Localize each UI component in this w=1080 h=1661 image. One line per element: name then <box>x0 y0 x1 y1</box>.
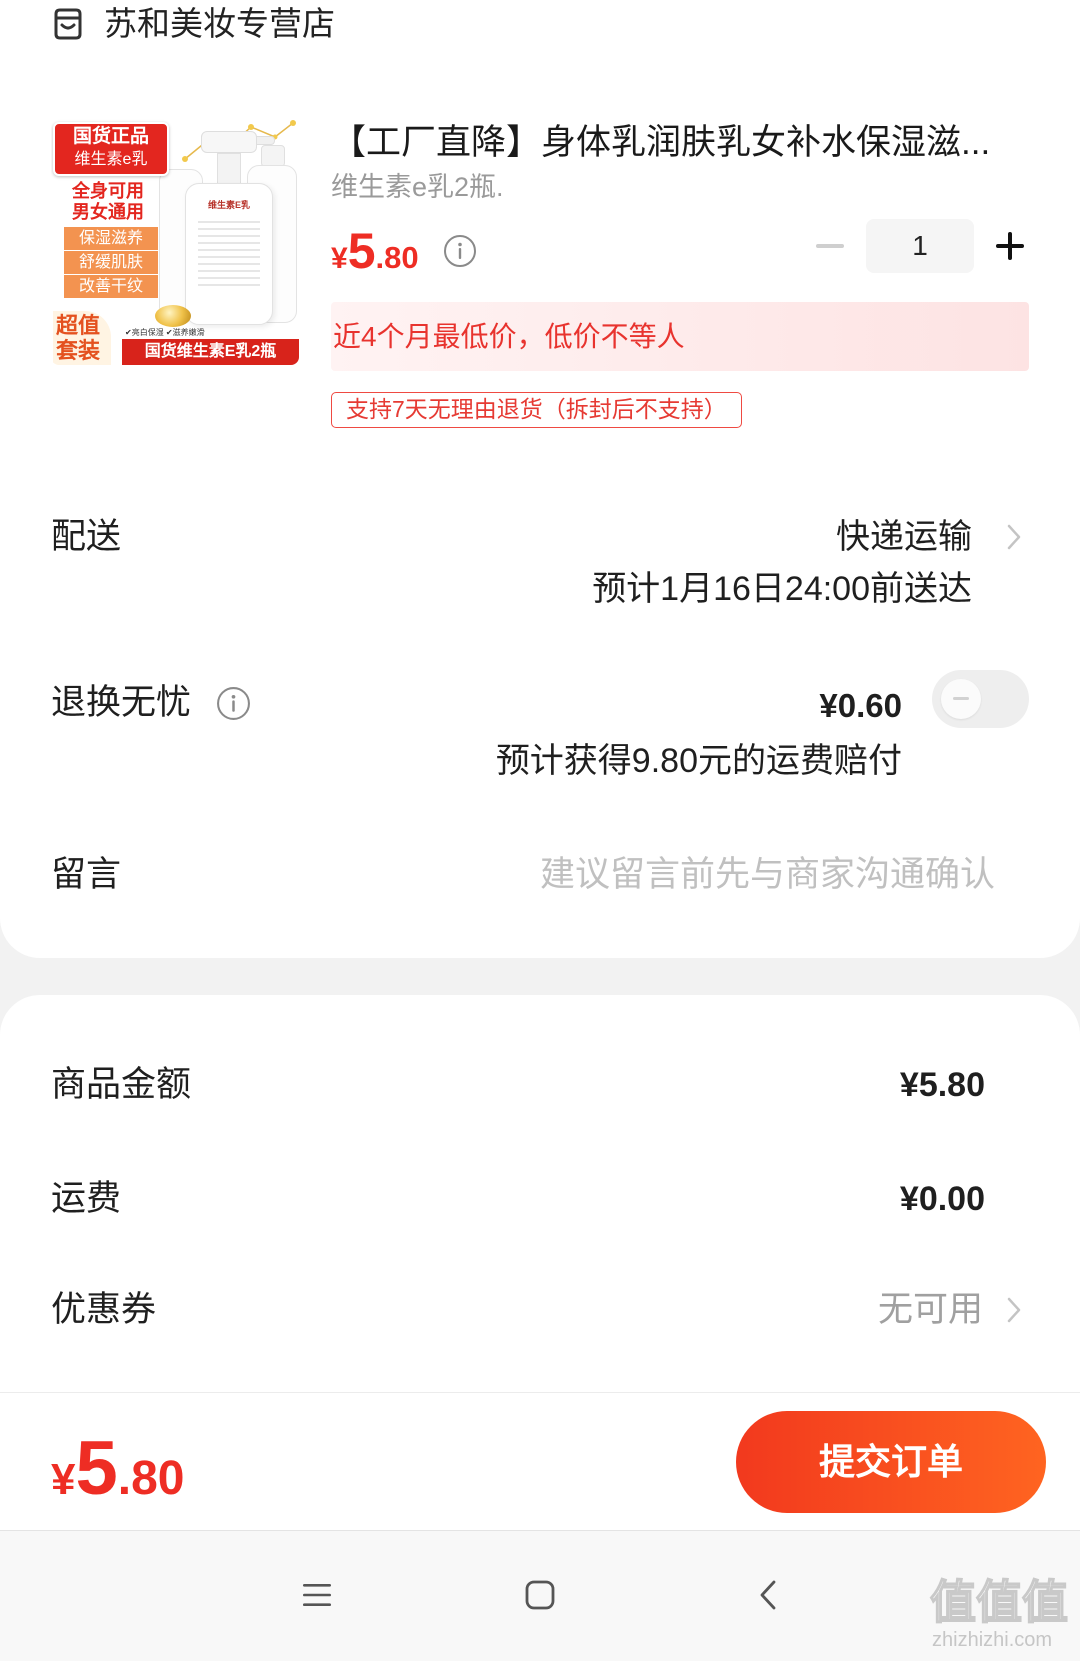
coupon-value: 无可用 <box>877 1290 983 1329</box>
checkout-bar: ¥ 5 .80 提交订单 <box>0 1392 1080 1530</box>
submit-order-button[interactable]: 提交订单 <box>736 1411 1046 1513</box>
bundle-line1: 超值 <box>56 313 101 338</box>
return-insurance-row: 退换无忧 ¥0.60 预计获得9.80元的运费赔付 <box>0 665 1080 795</box>
shipping-fee-row: 运费 ¥0.00 <box>0 1169 1080 1229</box>
lowest-price-banner: 近4个月最低价，低价不等人 <box>331 302 1029 371</box>
benefit-item: 改善干纹 <box>64 275 158 298</box>
goods-amount-row: 商品金额 ¥5.80 <box>0 1055 1080 1115</box>
shipping-fee-label: 运费 <box>51 1179 122 1218</box>
usage-line2: 男女通用 <box>72 202 144 222</box>
feature-checks: ✔亮白保湿 ✔滋养嫩滑 <box>125 328 205 337</box>
usage-line1: 全身可用 <box>72 181 144 201</box>
total-decimal: .80 <box>117 1452 185 1505</box>
menu-icon[interactable] <box>301 1581 333 1609</box>
chevron-right-icon[interactable] <box>1006 522 1022 552</box>
info-icon[interactable] <box>216 686 251 721</box>
store-name[interactable]: 苏和美妆专营店 <box>104 0 335 48</box>
product-price: ¥ 5 .80 <box>331 226 419 276</box>
return-policy-tag: 支持7天无理由退货（拆封后不支持） <box>331 392 742 428</box>
quantity-decrease-button[interactable] <box>805 219 855 273</box>
message-label: 留言 <box>51 855 122 894</box>
goods-amount-label: 商品金额 <box>51 1065 192 1104</box>
home-icon[interactable] <box>523 1578 557 1612</box>
benefit-list: 保湿滋养 舒缓肌肤 改善干纹 <box>64 227 158 299</box>
product-spec[interactable]: 维生素e乳2瓶. <box>331 170 504 204</box>
delivery-row[interactable]: 配送 快递运输 预计1月16日24:00前送达 <box>0 505 1080 615</box>
system-nav-bar <box>0 1530 1080 1661</box>
price-decimal: .80 <box>375 240 419 275</box>
price-summary-card: 商品金额 ¥5.80 运费 ¥0.00 优惠券 无可用 <box>0 995 1080 1392</box>
store-icon[interactable] <box>50 6 86 42</box>
price-symbol: ¥ <box>331 242 348 275</box>
delivery-eta: 预计1月16日24:00前送达 <box>592 570 972 608</box>
gold-orb-decoration <box>155 305 191 327</box>
chevron-right-icon[interactable] <box>1006 1295 1022 1325</box>
total-symbol: ¥ <box>51 1455 76 1504</box>
back-icon[interactable] <box>758 1578 778 1612</box>
order-total: ¥ 5 .80 <box>51 1431 185 1507</box>
pump-back-right <box>261 145 285 167</box>
return-insurance-price: ¥0.60 <box>819 687 902 724</box>
delivery-label: 配送 <box>51 517 122 556</box>
bundle-badge: 超值 套装 <box>53 311 111 365</box>
pump-neck <box>217 153 241 185</box>
authentic-badge: 国货正品 维生素e乳 <box>53 122 169 176</box>
minus-icon <box>816 244 844 248</box>
pump-head <box>201 131 257 153</box>
toggle-knob <box>941 679 981 719</box>
benefit-item: 舒缓肌肤 <box>64 251 158 274</box>
bottle-main: 维生素E乳 <box>185 183 273 325</box>
coupon-label: 优惠券 <box>51 1290 157 1329</box>
message-input[interactable] <box>395 853 995 897</box>
message-row: 留言 <box>0 840 1080 910</box>
product-image-banner: 国货维生素E乳2瓶 <box>122 339 299 365</box>
shipping-fee-value: ¥0.00 <box>899 1180 985 1218</box>
quantity-input[interactable]: 1 <box>866 219 974 273</box>
usage-text: 全身可用 男女通用 <box>72 181 144 223</box>
badge-line2: 维生素e乳 <box>74 151 148 168</box>
watermark-mark: 值值值 <box>929 1576 1069 1628</box>
watermark-site: zhizhizhi.com <box>932 1629 1053 1651</box>
plus-icon <box>996 232 1024 260</box>
product-image[interactable]: 维生素E乳 国货正品 维生素e乳 全身可用 男女通用 保湿滋养 舒缓肌肤 改善干… <box>51 117 299 365</box>
coupon-row[interactable]: 优惠券 无可用 <box>0 1280 1080 1340</box>
return-insurance-label: 退换无忧 <box>51 683 192 722</box>
bottle-label-lines <box>186 216 272 291</box>
return-insurance-note: 预计获得9.80元的运费赔付 <box>495 742 902 780</box>
order-card: 苏和美妆专营店 维生素E乳 国货正品 维生素e乳 全身可用 男女通用 保湿滋养 … <box>0 0 1080 958</box>
return-insurance-toggle[interactable] <box>932 670 1029 728</box>
delivery-method: 快递运输 <box>836 518 972 556</box>
benefit-item: 保湿滋养 <box>64 227 158 250</box>
price-integer: 5 <box>347 223 376 279</box>
bottle-label: 维生素E乳 <box>207 200 250 210</box>
badge-line1: 国货正品 <box>72 126 149 147</box>
info-icon[interactable] <box>443 234 477 268</box>
product-title[interactable]: 【工厂直降】身体乳润肤乳女补水保湿滋... <box>331 120 1031 166</box>
total-integer: 5 <box>75 1426 118 1511</box>
goods-amount-value: ¥5.80 <box>899 1066 985 1104</box>
bundle-line2: 套装 <box>56 338 101 363</box>
quantity-increase-button[interactable] <box>985 219 1035 273</box>
